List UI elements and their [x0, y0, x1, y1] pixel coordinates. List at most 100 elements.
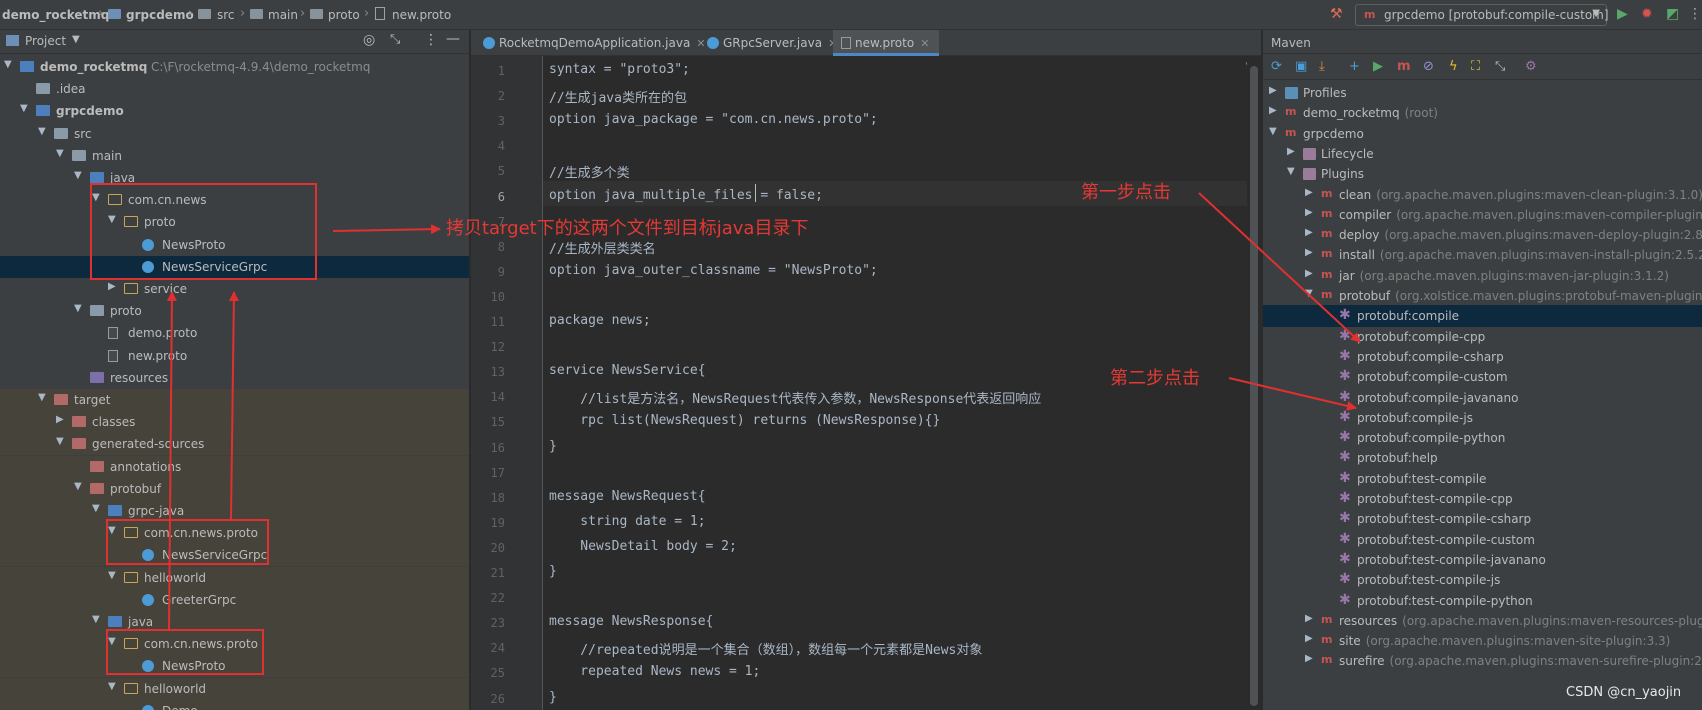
code-line[interactable]: option java_multiple_files = false;	[549, 188, 823, 203]
tree-row[interactable]: ▼ grpcdemo	[0, 100, 469, 122]
maven-tree-row[interactable]: ✱ protobuf:help	[1263, 447, 1702, 469]
maven-tree-row[interactable]: ✱ protobuf:compile-javanano	[1263, 387, 1702, 409]
maven-tree-row[interactable]: ▶ Lifecycle	[1263, 143, 1702, 165]
code-line[interactable]: //生成多个类	[549, 162, 630, 181]
code-line[interactable]: }	[549, 690, 557, 705]
code-line[interactable]: service NewsService{	[549, 363, 706, 378]
code-line[interactable]: }	[549, 564, 557, 579]
maven-tree-row[interactable]: ✱ protobuf:compile-csharp	[1263, 346, 1702, 368]
chevron-down-icon[interactable]: ▼	[56, 436, 68, 447]
tree-row[interactable]: ▼ main	[0, 145, 469, 167]
chevron-down-icon[interactable]: ▼	[92, 503, 104, 514]
show-dependencies-icon[interactable]: ⛶	[1471, 59, 1480, 74]
code-line[interactable]: option java_outer_classname = "NewsProto…	[549, 263, 878, 278]
tree-row[interactable]: ▼ demo_rocketmq C:\F\rocketmq-4.9.4\demo_r…	[0, 56, 469, 78]
tab-grpc-server[interactable]: GRpcServer.java✕	[699, 30, 837, 56]
chevron-down-icon[interactable]: ▼	[4, 59, 16, 70]
maven-tree-row[interactable]: ✱ protobuf:test-compile-js	[1263, 569, 1702, 591]
tree-row[interactable]: ▼ target	[0, 389, 469, 411]
code-line[interactable]: string date = 1;	[549, 514, 705, 529]
chevron-right-icon[interactable]: ▶	[1305, 187, 1313, 198]
chevron-right-icon[interactable]: ▶	[1287, 146, 1295, 157]
code-line[interactable]: syntax = "proto3";	[549, 62, 690, 77]
project-panel-title[interactable]: Project	[25, 34, 66, 48]
tree-row[interactable]: annotations	[0, 455, 469, 478]
breadcrumb-main[interactable]: main	[268, 8, 298, 22]
run-icon[interactable]: ▶	[1617, 6, 1628, 22]
execute-goal-icon[interactable]: m	[1397, 59, 1411, 74]
tree-row[interactable]: ▼ protobuf	[0, 477, 469, 500]
maven-tree-row[interactable]: ✱ protobuf:compile	[1263, 305, 1702, 328]
breadcrumb-module[interactable]: grpcdemo	[126, 8, 194, 22]
maven-tree-row[interactable]: ▶ m demo_rocketmq (root)	[1263, 102, 1702, 124]
chevron-down-icon[interactable]: ▼	[92, 614, 104, 625]
chevron-down-icon[interactable]: ▼	[20, 103, 32, 114]
tree-row[interactable]: ▼ helloworld	[0, 566, 469, 589]
tree-row[interactable]: resources	[0, 367, 469, 389]
maven-tree-row[interactable]: ✱ protobuf:test-compile-javanano	[1263, 549, 1702, 571]
skip-tests-icon[interactable]: ϟ	[1449, 59, 1458, 74]
code-line[interactable]: //生成java类所在的包	[549, 87, 687, 106]
generate-sources-icon[interactable]: ▣	[1295, 59, 1307, 74]
chevron-right-icon[interactable]: ▶	[108, 281, 120, 292]
run-configuration-select[interactable]: m grpcdemo [protobuf:compile-custom] ▼	[1355, 4, 1609, 26]
toggle-offline-icon[interactable]: ⊘	[1423, 59, 1434, 74]
tab-new-proto[interactable]: new.proto ✕	[833, 30, 939, 56]
maven-tree-row[interactable]: ▶ m site (org.apache.maven.plugins:maven-si…	[1263, 630, 1702, 652]
chevron-down-icon[interactable]: ▼	[108, 570, 120, 581]
maven-tree-row[interactable]: ▶ m surefire (org.apache.maven.plugins:mave…	[1263, 650, 1702, 672]
chevron-down-icon[interactable]: ▼	[74, 170, 86, 181]
maven-tree-row[interactable]: ✱ protobuf:compile-js	[1263, 407, 1702, 429]
maven-tree-row[interactable]: ▼ m grpcdemo	[1263, 123, 1702, 145]
collapse-all-icon[interactable]: ⤡	[1495, 59, 1505, 74]
chevron-down-icon[interactable]: ▼	[1269, 126, 1277, 137]
tab-rocketmq-demo-application[interactable]: RocketmqDemoApplication.java ✕	[475, 30, 706, 56]
tree-row[interactable]: ▶ service	[0, 278, 469, 300]
options-icon[interactable]: ⋮	[424, 32, 438, 48]
maven-tree-row[interactable]: ✱ protobuf:compile-cpp	[1263, 326, 1702, 348]
code-line[interactable]: //repeated说明是一个集合（数组），数组每一个元素都是News对象	[549, 639, 982, 658]
tree-row[interactable]: Demo	[0, 699, 469, 710]
maven-tree-row[interactable]: ✱ protobuf:test-compile-custom	[1263, 529, 1702, 551]
chevron-right-icon[interactable]: ▶	[1305, 653, 1313, 664]
tree-row[interactable]: .idea	[0, 78, 469, 100]
hammer-icon[interactable]: ⚒	[1330, 6, 1343, 22]
maven-tree-row[interactable]: ▶ m jar (org.apache.maven.plugins:maven-jar…	[1263, 265, 1702, 287]
chevron-right-icon[interactable]: ▶	[1305, 207, 1313, 218]
chevron-down-icon[interactable]: ▼	[38, 126, 50, 137]
code-line[interactable]: message NewsResponse{	[549, 614, 713, 629]
code-line[interactable]: repeated News news = 1;	[549, 664, 760, 679]
reload-icon[interactable]: ⟳	[1271, 59, 1282, 74]
maven-tree-row[interactable]: ▼ m protobuf (org.xolstice.maven.plugins:pr…	[1263, 285, 1702, 307]
code-line[interactable]: rpc list(NewsRequest) returns (NewsRespo…	[549, 413, 940, 428]
tree-row[interactable]: ▼ generated-sources	[0, 433, 469, 456]
tree-row[interactable]: GreeterGrpc	[0, 588, 469, 611]
maven-tree-row[interactable]: ✱ protobuf:test-compile-cpp	[1263, 488, 1702, 510]
breadcrumb-project[interactable]: demo_rocketmq	[2, 8, 109, 22]
code-line[interactable]: NewsDetail body = 2;	[549, 539, 737, 554]
tree-row[interactable]: demo.proto	[0, 322, 469, 344]
minimize-icon[interactable]: —	[446, 31, 460, 47]
code-line[interactable]: package news;	[549, 313, 651, 328]
maven-tree-row[interactable]: ✱ protobuf:test-compile-csharp	[1263, 508, 1702, 530]
maven-tree-row[interactable]: ▼ Plugins	[1263, 163, 1702, 185]
locate-icon[interactable]: ◎	[363, 32, 375, 48]
maven-tree-row[interactable]: ▶ m install (org.apache.maven.plugins:maven…	[1263, 244, 1702, 266]
maven-tree-row[interactable]: ✱ protobuf:test-compile	[1263, 468, 1702, 490]
maven-tree-row[interactable]: ▶ m clean (org.apache.maven.plugins:maven-c…	[1263, 184, 1702, 206]
run-icon[interactable]: ▶	[1373, 59, 1383, 74]
collapse-all-icon[interactable]: ⤡	[390, 32, 400, 47]
chevron-right-icon[interactable]: ▶	[56, 414, 68, 425]
tree-row[interactable]: ▼ src	[0, 123, 469, 145]
more-icon[interactable]: ⋮	[1688, 6, 1702, 22]
chevron-down-icon[interactable]: ▼	[72, 34, 80, 45]
breadcrumb-src[interactable]: src	[217, 8, 235, 22]
chevron-down-icon[interactable]: ▼	[1305, 288, 1313, 299]
chevron-down-icon[interactable]: ▼	[56, 148, 68, 159]
maven-tree-row[interactable]: ✱ protobuf:compile-custom	[1263, 366, 1702, 388]
chevron-right-icon[interactable]: ▶	[1269, 85, 1277, 96]
settings-gear-icon[interactable]: ⚙	[1525, 59, 1537, 74]
breadcrumb-proto[interactable]: proto	[328, 8, 360, 22]
chevron-down-icon[interactable]: ▼	[108, 681, 120, 692]
add-icon[interactable]: +	[1349, 59, 1360, 74]
